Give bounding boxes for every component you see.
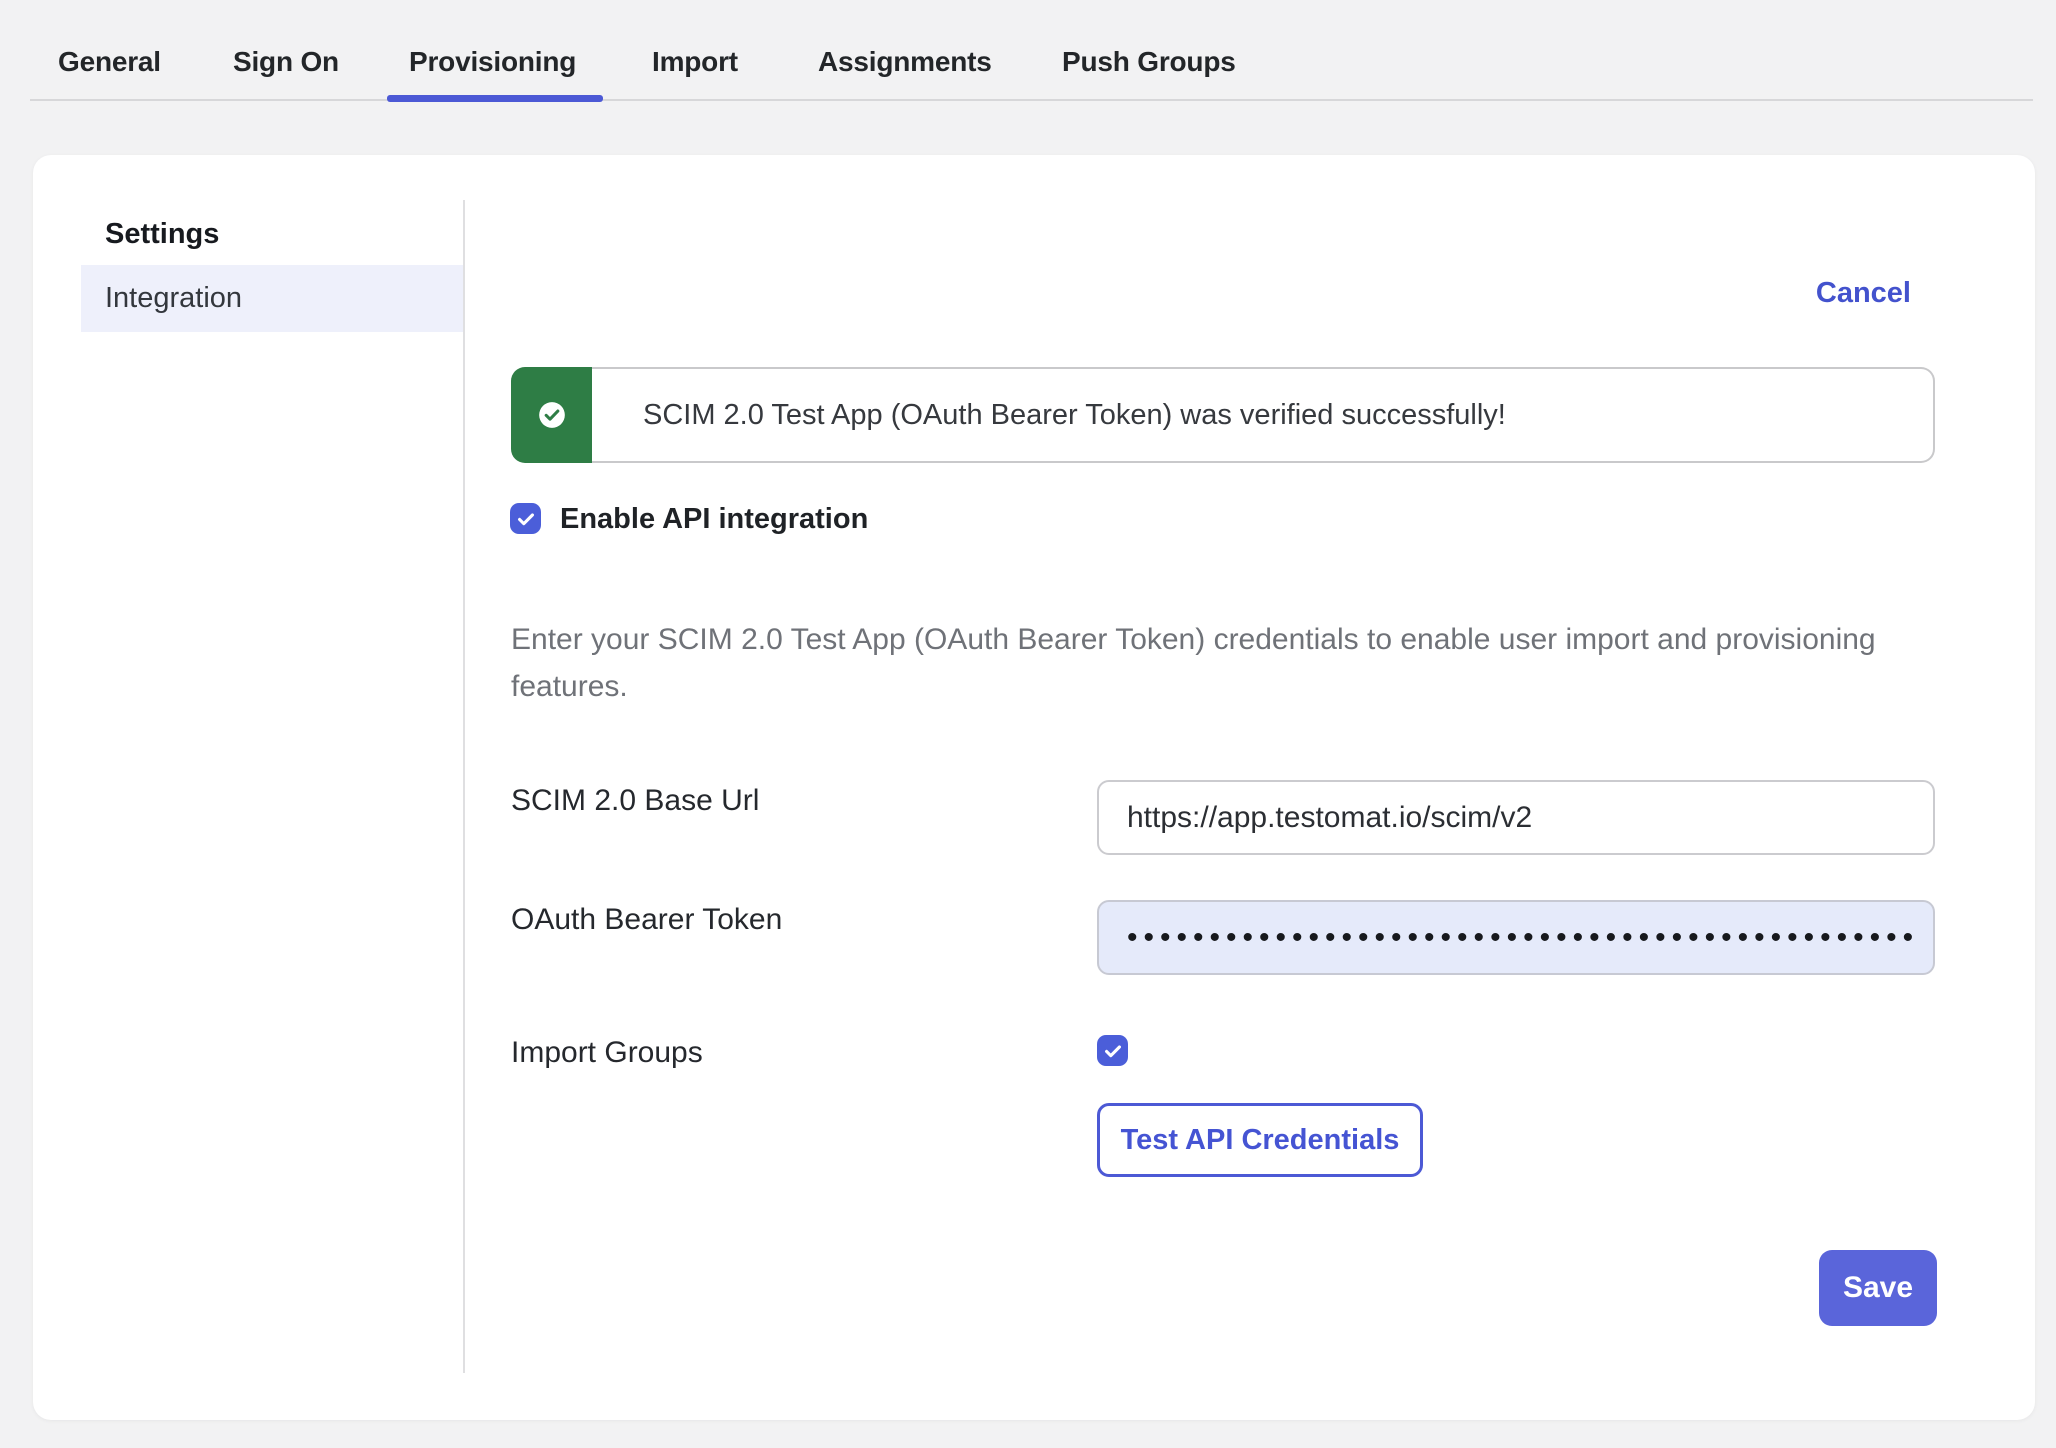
sidebar-item-integration[interactable]: Integration xyxy=(81,265,463,332)
sidebar-divider xyxy=(463,200,465,1373)
import-groups-label: Import Groups xyxy=(511,1037,703,1069)
tab-push-groups[interactable]: Push Groups xyxy=(1062,44,1236,80)
alert-message: SCIM 2.0 Test App (OAuth Bearer Token) w… xyxy=(592,399,1506,432)
tab-sign-on[interactable]: Sign On xyxy=(233,44,339,80)
test-api-credentials-label: Test API Credentials xyxy=(1121,1124,1400,1157)
enable-api-checkbox[interactable] xyxy=(510,503,541,534)
sidebar-item-label: Integration xyxy=(81,282,242,315)
tab-assignments[interactable]: Assignments xyxy=(818,44,992,80)
base-url-label: SCIM 2.0 Base Url xyxy=(511,785,759,817)
save-button-label: Save xyxy=(1843,1271,1913,1305)
check-icon xyxy=(1102,1040,1124,1062)
tab-bar: General Sign On Provisioning Import Assi… xyxy=(0,0,2056,103)
tabbar-divider xyxy=(30,99,2033,101)
alert-icon-panel xyxy=(511,367,592,463)
success-alert: SCIM 2.0 Test App (OAuth Bearer Token) w… xyxy=(511,367,1935,463)
sidebar-heading: Settings xyxy=(105,218,219,250)
tab-import[interactable]: Import xyxy=(652,44,738,80)
check-circle-icon xyxy=(538,401,566,429)
oauth-token-input[interactable]: ••••••••••••••••••••••••••••••••••••••••… xyxy=(1097,900,1935,975)
test-api-credentials-button[interactable]: Test API Credentials xyxy=(1097,1103,1423,1177)
check-icon xyxy=(515,508,537,530)
import-groups-checkbox[interactable] xyxy=(1097,1035,1128,1066)
tab-general[interactable]: General xyxy=(58,44,161,80)
oauth-token-label: OAuth Bearer Token xyxy=(511,904,782,936)
credentials-description: Enter your SCIM 2.0 Test App (OAuth Bear… xyxy=(511,616,1951,710)
cancel-button[interactable]: Cancel xyxy=(1816,277,1911,309)
save-button[interactable]: Save xyxy=(1819,1250,1937,1326)
alert-message-panel: SCIM 2.0 Test App (OAuth Bearer Token) w… xyxy=(592,367,1935,463)
enable-api-label: Enable API integration xyxy=(560,504,868,535)
oauth-token-masked-value: ••••••••••••••••••••••••••••••••••••••••… xyxy=(1099,921,1919,955)
provisioning-settings-card: Settings Integration Cancel SCIM 2.0 Tes… xyxy=(33,155,2035,1420)
tab-provisioning[interactable]: Provisioning xyxy=(409,44,576,80)
base-url-input[interactable] xyxy=(1097,780,1935,855)
active-tab-indicator xyxy=(387,95,603,102)
